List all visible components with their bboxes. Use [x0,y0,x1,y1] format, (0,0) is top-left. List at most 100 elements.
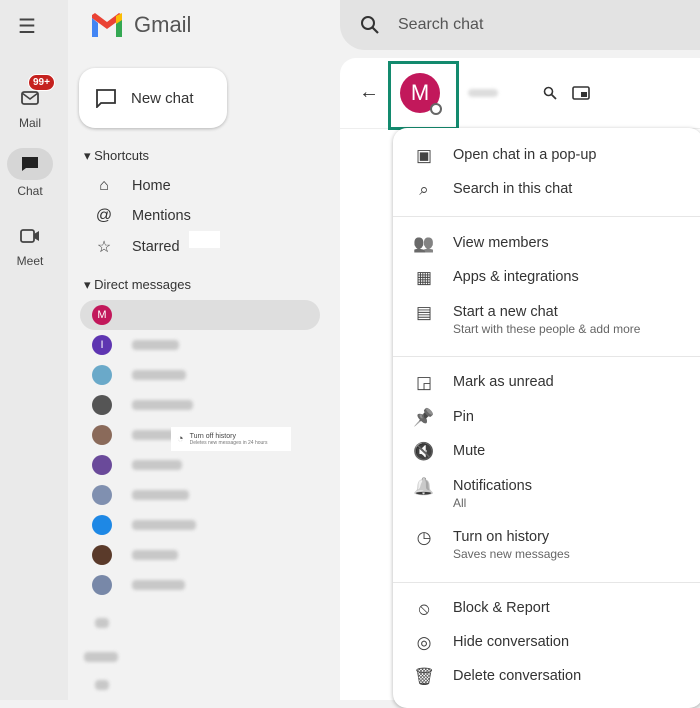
dm-list-item[interactable] [80,480,320,510]
dm-list-item[interactable]: M [80,300,320,330]
contact-name-redacted [132,340,179,350]
app-name: Gmail [134,12,192,37]
menu-icon[interactable]: ☰ [18,14,36,39]
menu-item-label: View members [453,235,549,251]
search-bar[interactable]: Search chat [340,0,700,50]
dm-list-item[interactable] [80,390,320,420]
menu-item-open-chat-in-a-pop-up[interactable]: ▣ Open chat in a pop-up [393,146,700,166]
dm-list-item[interactable] [80,570,320,600]
shortcut-label: Mentions [132,208,191,224]
menu-item-sublabel: Saves new messages [453,547,570,561]
avatar-initial: I [100,339,104,351]
search-icon: ⌕ [419,180,429,199]
rail-item-chat[interactable]: Chat [0,148,60,198]
history-off-icon: ◔ [177,433,184,445]
menu-item-notifications[interactable]: 🔔 Notifications All [393,477,700,511]
menu-item-label: Turn on history [453,529,550,545]
avatar [92,395,112,415]
avatar-initial: M [97,309,107,321]
avatar [92,545,112,565]
rail-label: Chat [17,184,43,198]
menu-item-apps-integrations[interactable]: ▦ Apps & integrations [393,268,700,288]
shortcut-mentions[interactable]: @ Mentions [94,207,191,225]
gmail-logo[interactable]: Gmail [90,12,191,38]
block-icon: ⦸ [418,599,430,618]
video-icon [13,222,47,250]
contact-name-redacted [132,370,186,380]
new-chat-button[interactable]: New chat [79,68,227,128]
menu-item-sublabel: Start with these people & add more [453,322,641,336]
menu-item-label: Open chat in a pop-up [453,147,597,163]
menu-item-delete-conversation[interactable]: 🗑 Delete conversation [393,667,700,687]
avatar [92,425,112,445]
shortcut-home[interactable]: ⌂ Home [94,177,171,195]
tooltip-subtitle: Deletes new messages in 24 hours [189,439,268,446]
apps-icon: ▦ [415,268,433,287]
menu-item-hide-conversation[interactable]: ◎ Hide conversation [393,633,700,653]
dm-list-item[interactable] [80,540,320,570]
popup-icon: ▣ [415,146,433,165]
avatar [92,365,112,385]
dm-list-item[interactable] [80,360,320,390]
menu-item-mute[interactable]: 🔇 Mute [393,442,700,462]
chat-name-redacted [468,89,498,97]
menu-item-search-in-this-chat[interactable]: ⌕ Search in this chat [393,180,700,200]
contact-name-redacted [95,680,109,690]
menu-item-label: Mute [453,443,486,459]
menu-divider [393,356,700,357]
search-icon [361,16,379,34]
menu-item-label: Start a new chat [453,304,558,320]
menu-item-label: Search in this chat [453,181,573,197]
rail-label: Meet [16,254,44,268]
star-icon: ☆ [96,239,112,256]
mark-unread-icon: ◲ [415,373,433,392]
contact-name-redacted [132,520,196,530]
avatar [92,485,112,505]
gmail-m-icon [92,13,122,37]
search-input[interactable]: Search chat [398,16,483,34]
menu-divider [393,582,700,583]
pin-icon: 📌 [413,408,435,427]
chat-options-menu: ▣ Open chat in a pop-up ⌕ Search in this ch… [393,128,700,708]
contact-name-redacted [132,400,193,410]
contact-name-redacted [132,550,178,560]
redaction [189,231,220,248]
chat-avatar[interactable]: M [400,73,442,115]
rail-item-meet[interactable]: Meet [0,222,60,268]
status-dot [430,103,442,115]
shortcuts-header[interactable]: ▾ Shortcuts [84,148,149,164]
menu-item-label: Block & Report [453,600,550,616]
menu-item-label: Delete conversation [453,668,582,684]
members-icon: 👥 [413,234,435,253]
menu-item-sublabel: All [453,496,467,510]
home-icon: ⌂ [99,177,109,194]
tooltip-title: Turn off history [189,432,236,440]
contact-name-redacted [84,652,118,662]
menu-item-pin[interactable]: 📌 Pin [393,408,700,428]
menu-item-label: Pin [453,409,474,425]
menu-item-mark-as-unread[interactable]: ◲ Mark as unread [393,373,700,393]
menu-item-view-members[interactable]: 👥 View members [393,234,700,254]
menu-item-turn-on-history[interactable]: ◷ Turn on history Saves new messages [393,528,700,562]
new-chat-icon [96,89,116,108]
rail-label: Mail [18,116,41,130]
history-icon: ◷ [416,528,432,547]
shortcuts-heading: Shortcuts [94,148,150,163]
dm-heading: Direct messages [94,277,191,292]
search-chat-icon[interactable] [543,86,557,100]
dm-list-item[interactable] [80,450,320,480]
unread-badge: 99+ [28,74,55,91]
rail-item-mail[interactable]: Mail [0,84,60,130]
dm-header[interactable]: ▾ Direct messages [84,277,191,293]
menu-item-block-report[interactable]: ⦸ Block & Report [393,599,700,619]
dm-list-item[interactable]: I [80,330,320,360]
shortcut-label: Home [132,178,171,194]
menu-item-label: Apps & integrations [453,269,579,285]
dm-list-item[interactable] [80,510,320,540]
popup-icon[interactable] [572,86,590,100]
menu-item-start-a-new-chat[interactable]: ▤ Start a new chat Start with these people… [393,303,700,337]
back-arrow-icon[interactable]: ← [359,81,379,104]
avatar [92,455,112,475]
chat-icon [7,148,53,180]
shortcut-starred[interactable]: ☆ Starred [94,237,180,257]
